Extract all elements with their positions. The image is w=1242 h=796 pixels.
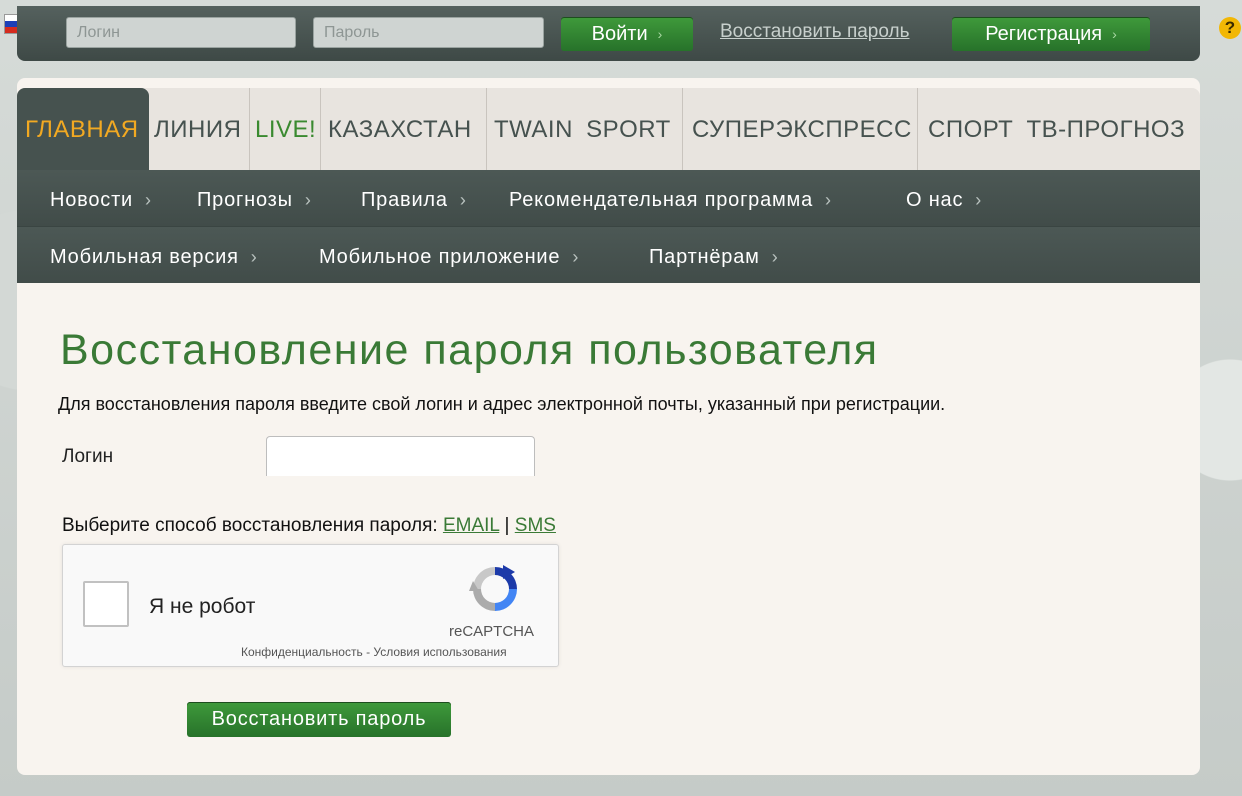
sub-nav-row-1: Новости › Прогнозы › Правила › Рекомендател… [17,170,1200,226]
nav-item-live[interactable]: LIVE! [255,88,316,170]
subnav-item-forecasts[interactable]: Прогнозы › [197,170,312,226]
chevron-right-icon: › [975,190,983,210]
nav-separator [320,88,321,170]
subnav-label: О нас [906,189,964,211]
subnav-label: Прогнозы [197,189,293,211]
nav-item-sport-tv-forecast[interactable]: СПОРТ ТВ-ПРОГНОЗ [928,88,1185,170]
subnav-item-mobile-app[interactable]: Мобильное приложение › [319,227,579,283]
sub-nav-row-2: Мобильная версия › Мобильное приложение › … [17,226,1200,283]
top-login-bar: Войти › Восстановить пароль Регистрация … [17,6,1200,61]
recovery-method: Выберите способ восстановления пароля: E… [62,515,556,537]
main-nav: ГЛАВНАЯ ЛИНИЯ LIVE! КАЗАХСТАН TWAIN SPOR… [17,88,1200,182]
subnav-label: Мобильное приложение [319,246,561,268]
recaptcha-brand: reCAPTCHA [449,623,535,640]
method-prompt: Выберите способ восстановления пароля: [62,515,438,536]
chevron-right-icon: › [250,247,258,267]
subnav-item-referral[interactable]: Рекомендательная программа › [509,170,832,226]
subnav-label: Рекомендательная программа [509,189,814,211]
nav-item-twain-sport[interactable]: TWAIN SPORT [494,88,671,170]
recovery-login-input[interactable] [266,436,535,476]
recaptcha-terms: Конфиденциальность - Условия использован… [241,645,507,659]
nav-item-home[interactable]: ГЛАВНАЯ [25,88,139,170]
method-email-link[interactable]: EMAIL [443,515,499,536]
register-button-label: Регистрация [985,22,1103,45]
password-input[interactable] [313,17,544,48]
subnav-item-about[interactable]: О нас › [906,170,982,226]
chevron-right-icon: › [771,247,779,267]
subnav-label: Правила [361,189,448,211]
recaptcha-logo-icon [469,565,517,611]
subnav-label: Мобильная версия [50,246,239,268]
subnav-label: Партнёрам [649,246,760,268]
nav-separator [249,88,250,170]
chevron-right-icon: › [459,190,467,210]
login-input[interactable] [66,17,296,48]
login-button[interactable]: Войти › [561,17,693,51]
recaptcha-privacy-link[interactable]: Конфиденциальность [241,645,363,659]
chevron-right-icon: › [304,190,312,210]
nav-separator [682,88,683,170]
subnav-item-news[interactable]: Новости › [50,170,152,226]
recaptcha-terms-link[interactable]: Условия использования [373,645,506,659]
nav-item-line[interactable]: ЛИНИЯ [154,88,241,170]
chevron-right-icon: › [825,190,832,210]
nav-separator [917,88,918,170]
login-label: Логин [62,446,114,467]
subnav-item-partners[interactable]: Партнёрам › [649,227,779,283]
recover-password-link[interactable]: Восстановить пароль [720,21,910,43]
recaptcha-label: Я не робот [149,595,256,618]
chevron-right-icon: › [572,247,580,267]
nav-item-superexpress[interactable]: СУПЕРЭКСПРЕСС [692,88,912,170]
recaptcha-widget: Я не робот reCAPTCHA Конфиденциальность … [62,544,559,667]
help-icon[interactable]: ? [1219,17,1241,39]
nav-separator [486,88,487,170]
subnav-label: Новости [50,189,134,211]
recaptcha-dash: - [366,645,371,659]
login-button-label: Войти [591,22,648,45]
page-title: Восстановление пароля пользователя [60,326,879,374]
recover-password-button[interactable]: Восстановить пароль [187,702,451,737]
register-button[interactable]: Регистрация › [952,17,1150,51]
chevron-right-icon: › [657,26,663,42]
main-panel: ГЛАВНАЯ ЛИНИЯ LIVE! КАЗАХСТАН TWAIN SPOR… [17,78,1200,775]
nav-item-kazakhstan[interactable]: КАЗАХСТАН [328,88,472,170]
chevron-right-icon: › [1112,26,1117,42]
subnav-item-mobile-version[interactable]: Мобильная версия › [50,227,258,283]
recaptcha-checkbox[interactable] [83,581,129,627]
subnav-item-rules[interactable]: Правила › [361,170,467,226]
method-sms-link[interactable]: SMS [515,515,556,536]
page-description: Для восстановления пароля введите свой л… [58,394,946,414]
method-separator: | [504,515,510,536]
chevron-right-icon: › [145,190,152,210]
